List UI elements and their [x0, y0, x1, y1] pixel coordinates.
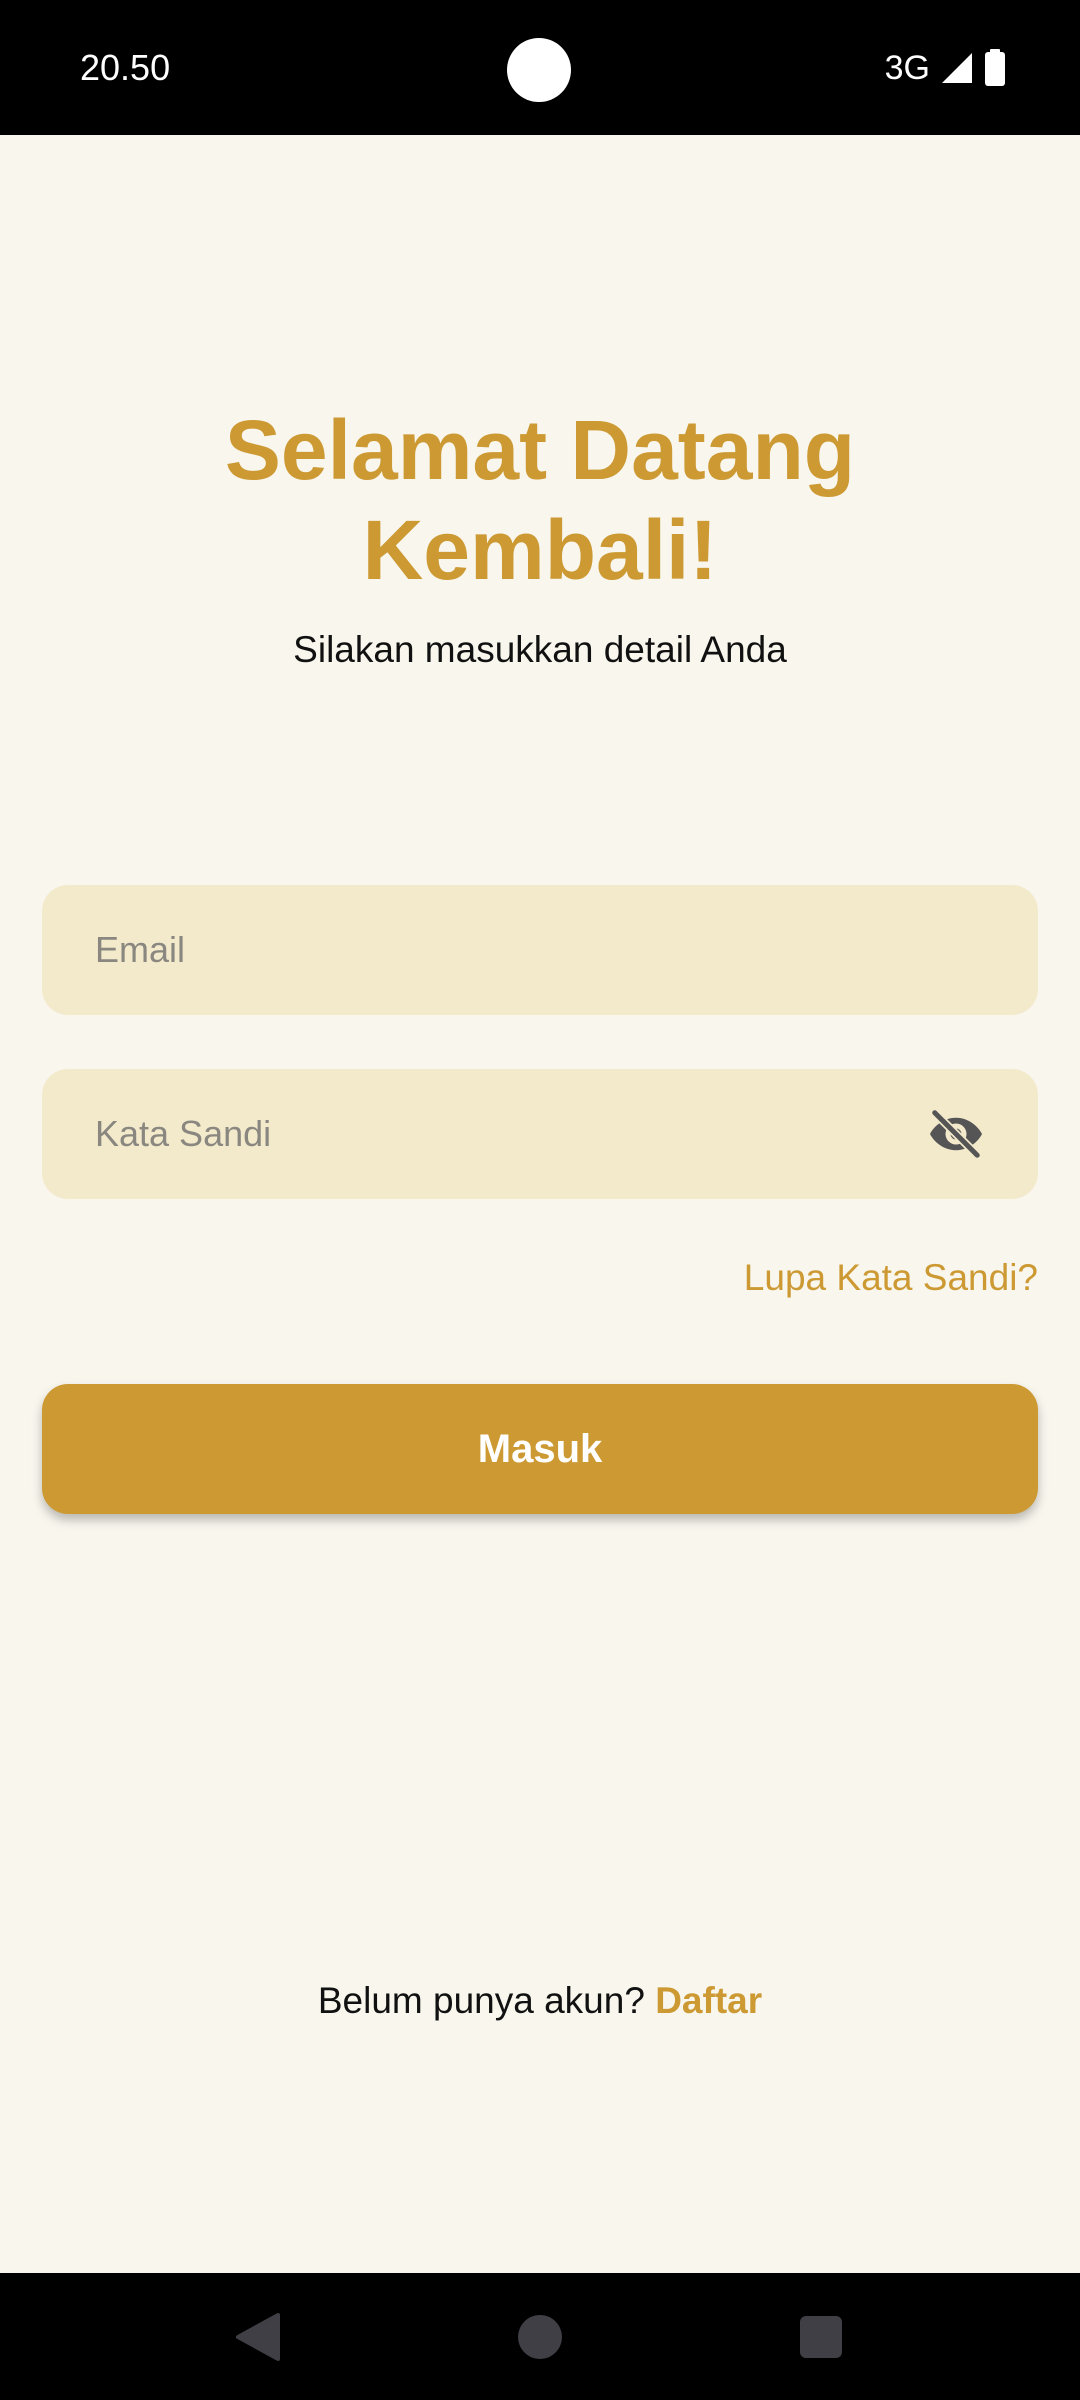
camera-cutout [507, 38, 571, 102]
eye-off-icon[interactable] [926, 1104, 986, 1164]
signal-icon [940, 51, 974, 85]
login-button[interactable]: Masuk [42, 1384, 1038, 1514]
page-subtitle: Silakan masukkan detail Anda [293, 629, 787, 670]
forgot-password-link[interactable]: Lupa Kata Sandi? [744, 1255, 1038, 1301]
home-icon[interactable] [518, 2315, 562, 2364]
page-title: Selamat Datang Kembali! [224, 403, 856, 597]
navigation-bar [0, 2273, 1080, 2400]
battery-icon [984, 49, 1006, 87]
password-input[interactable] [95, 1069, 915, 1199]
phone-screen: 20.50 3G Selamat Datang Kembali! Silakan… [0, 0, 1080, 2400]
back-icon[interactable] [236, 2313, 280, 2366]
login-screen: Selamat Datang Kembali! Silakan masukkan… [0, 135, 1080, 2273]
network-type-label: 3G [884, 49, 930, 87]
recents-icon[interactable] [800, 2316, 842, 2363]
email-field-container [42, 885, 1038, 1015]
status-indicators: 3G [885, 46, 1006, 90]
email-input[interactable] [95, 885, 915, 1015]
password-field-container [42, 1069, 1038, 1199]
signup-link[interactable]: Daftar [655, 1980, 762, 2021]
status-time: 20.50 [80, 47, 171, 88]
status-bar: 20.50 3G [0, 0, 1080, 135]
signup-prompt: Belum punya akun? [317, 1980, 645, 2021]
signup-row: Belum punya akun? Daftar [0, 1978, 1080, 2024]
